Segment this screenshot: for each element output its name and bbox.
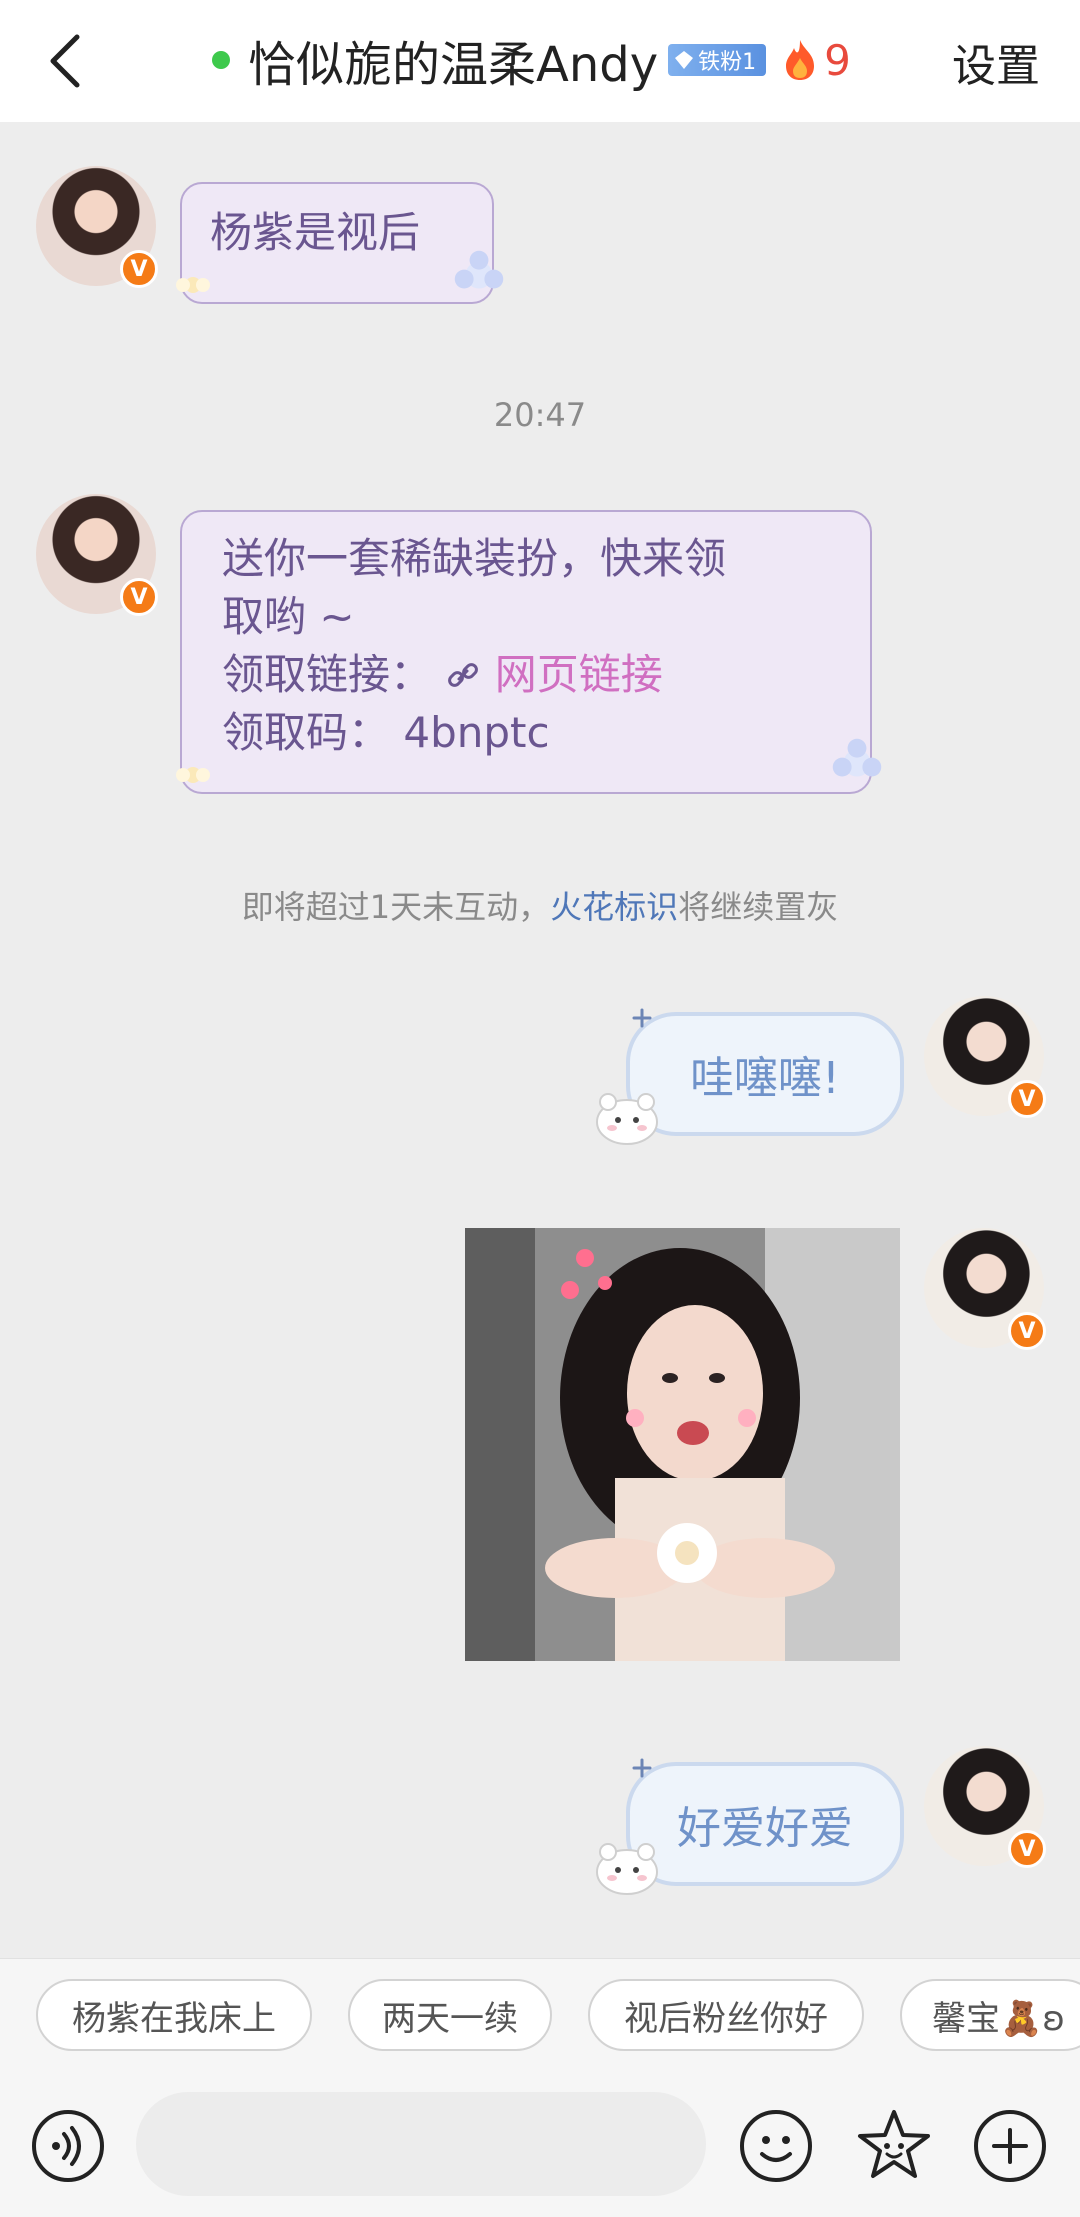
quick-reply-chip[interactable]: 馨宝🧸ʚ xyxy=(900,1979,1080,2051)
verified-icon: V xyxy=(1008,1080,1046,1118)
my-avatar[interactable]: V xyxy=(924,1228,1046,1350)
photo-image xyxy=(465,1228,900,1661)
spark-mark-link[interactable]: 火花标识 xyxy=(550,888,678,926)
quick-reply-chip[interactable]: 杨紫在我床上 xyxy=(36,1979,312,2051)
flower-decoration-icon xyxy=(454,250,504,289)
message-photo[interactable] xyxy=(465,1228,900,1661)
online-status-dot xyxy=(212,51,230,69)
flower-decoration-icon xyxy=(832,738,882,777)
message-input-bar xyxy=(0,2076,1080,2217)
notice-text: 将继续置灰 xyxy=(678,888,839,926)
voice-input-icon[interactable] xyxy=(30,2108,106,2184)
message-text: 哇噻噻! xyxy=(690,1053,840,1104)
web-link[interactable]: 网页链接 xyxy=(445,650,663,699)
fan-level-label: 铁粉1 xyxy=(698,50,757,75)
chevron-left-icon xyxy=(50,34,80,88)
flower-decoration-icon xyxy=(176,277,210,293)
message-timestamp: 20:47 xyxy=(493,396,587,434)
quick-reply-bar: 杨紫在我床上 两天一续 视后粉丝你好 馨宝🧸ʚ xyxy=(0,1958,1080,2076)
notice-text: 即将超过1天未互动， xyxy=(241,888,551,926)
chat-title-area[interactable]: 恰似旎的温柔Andy 铁粉1 9 xyxy=(212,22,851,98)
quick-reply-chip[interactable]: 两天一续 xyxy=(348,1979,552,2051)
chat-screen: 恰似旎的温柔Andy 铁粉1 9 设置 V 杨紫是视后 20:47 V 送你一套… xyxy=(0,0,1080,2217)
claim-link-row: 领取链接： 网页链接 xyxy=(222,646,830,704)
spark-count: 9 xyxy=(824,35,851,85)
sparkle-icon xyxy=(632,1758,652,1778)
bear-decoration-icon xyxy=(596,1843,658,1895)
message-bubble-outgoing[interactable]: 好爱好爱 xyxy=(626,1762,904,1886)
verified-icon: V xyxy=(120,250,158,288)
fan-level-badge: 铁粉1 xyxy=(668,44,767,76)
message-bubble-incoming[interactable]: 送你一套稀缺装扮，快来领 取哟 ~ 领取链接： 网页链接 领取码： 4bnptc xyxy=(180,510,872,794)
message-bubble-outgoing[interactable]: 哇噻噻! xyxy=(626,1012,904,1136)
sticker-star-icon[interactable] xyxy=(856,2108,932,2184)
settings-button[interactable]: 设置 xyxy=(952,30,1040,94)
verified-icon: V xyxy=(120,578,158,616)
claim-code-label: 领取码： xyxy=(222,708,391,757)
quick-reply-chip[interactable]: 视后粉丝你好 xyxy=(588,1979,864,2051)
message-text-line: 取哟 ~ xyxy=(222,592,355,641)
spark-indicator: 9 xyxy=(782,36,851,85)
system-notice: 即将超过1天未互动，火花标识将继续置灰 xyxy=(0,882,1080,928)
my-avatar[interactable]: V xyxy=(924,996,1046,1118)
web-link-text: 网页链接 xyxy=(494,650,663,699)
chat-header: 恰似旎的温柔Andy 铁粉1 9 设置 xyxy=(0,0,1080,122)
link-icon xyxy=(448,663,479,687)
message-text-line: 送你一套稀缺装扮，快来领 xyxy=(222,534,727,583)
fire-icon xyxy=(786,40,815,80)
claim-link-label: 领取链接： xyxy=(222,650,433,699)
flower-decoration-icon xyxy=(176,767,210,783)
back-button[interactable] xyxy=(30,26,100,96)
sparkle-icon xyxy=(632,1008,652,1028)
verified-icon: V xyxy=(1008,1830,1046,1868)
message-input[interactable] xyxy=(136,2092,706,2196)
diamond-icon xyxy=(675,51,694,69)
contact-avatar[interactable]: V xyxy=(36,166,158,288)
bear-decoration-icon xyxy=(596,1093,658,1145)
chat-title: 恰似旎的温柔Andy xyxy=(248,37,659,93)
message-text: 杨紫是视后 xyxy=(210,208,421,257)
emoji-icon[interactable] xyxy=(738,2108,814,2184)
message-bubble-incoming[interactable]: 杨紫是视后 xyxy=(180,182,494,304)
add-more-icon[interactable] xyxy=(972,2108,1048,2184)
contact-avatar[interactable]: V xyxy=(36,494,158,616)
claim-code-value: 4bnptc xyxy=(403,708,550,757)
claim-code-row: 领取码： 4bnptc xyxy=(222,704,830,762)
my-avatar[interactable]: V xyxy=(924,1746,1046,1868)
message-text: 好爱好爱 xyxy=(677,1803,853,1854)
verified-icon: V xyxy=(1008,1312,1046,1350)
